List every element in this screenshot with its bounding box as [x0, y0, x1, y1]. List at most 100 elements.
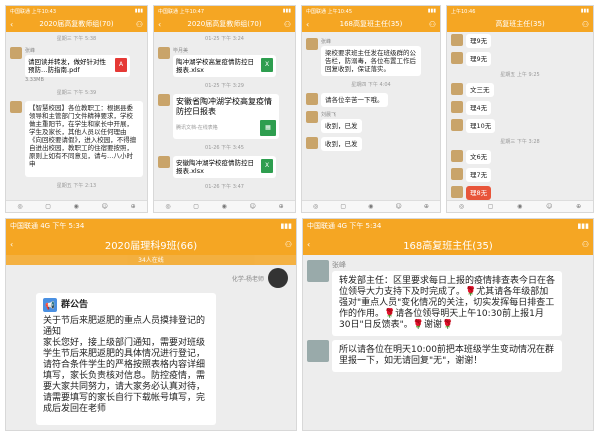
status-bar: 中国联通 4G 下午 5:34 ▮▮▮ [6, 219, 296, 233]
pdf-icon: A [115, 58, 127, 72]
input-toolbar: ◎ ▢ ◉ ☺ ⊕ [302, 200, 440, 212]
chat-header: ‹ 2020届高复教师组(70) ⚇ [154, 16, 295, 32]
avatar[interactable] [10, 47, 22, 59]
mic-icon[interactable]: ◎ [17, 203, 22, 210]
message-bubble[interactable]: 收到，已发 [321, 137, 362, 151]
back-arrow-icon[interactable]: ‹ [307, 240, 310, 249]
message-row: 张峰 请回读并转发，做好针对性预防…防指南.pdf A 3.33MB [6, 45, 147, 86]
emoji-icon[interactable]: ☺ [546, 203, 552, 210]
sender-name: 张峰 [25, 48, 36, 54]
message-bubble[interactable]: 理8无 [466, 186, 492, 200]
avatar[interactable] [307, 260, 329, 282]
camera-icon[interactable]: ◉ [74, 203, 79, 210]
avatar[interactable] [451, 83, 463, 95]
back-arrow-icon[interactable]: ‹ [158, 20, 161, 29]
avatar[interactable] [306, 38, 318, 50]
timestamp: 星期三 下午 3:28 [500, 139, 540, 145]
reply-hint: 化学-杨老师 [231, 275, 264, 283]
camera-icon[interactable]: ◉ [368, 203, 373, 210]
avatar[interactable] [307, 340, 329, 362]
message-bubble[interactable]: 理9无 [466, 52, 492, 66]
file-message[interactable]: 请回读并转发，做好针对性预防…防指南.pdf A [25, 55, 130, 77]
image-icon[interactable]: ▢ [340, 203, 346, 210]
back-arrow-icon[interactable]: ‹ [10, 240, 13, 249]
message-bubble[interactable]: 理4无 [466, 101, 492, 115]
message-bubble[interactable]: 转发部主任：区里要求每日上报的疫情排查表今日在各位领导大力支持下及时完成了。🌹尤… [332, 271, 562, 336]
plus-icon[interactable]: ⊕ [279, 203, 284, 210]
message-bubble[interactable]: 请各位辛苦一下哦。 [321, 93, 388, 107]
message-bubble[interactable]: 文6无 [466, 150, 492, 164]
announcement-title: 群公告 [61, 299, 89, 310]
excel-icon: X [261, 159, 273, 173]
announcement-card[interactable]: 📢 群公告 关于节后来肥返肥的重点人员摸排登记的通知 家长您好，接上级部门通知，… [36, 293, 216, 425]
avatar[interactable] [451, 150, 463, 162]
doc-link-message[interactable]: 安徽省陶冲湖学校高复疫情防控日报表 腾讯文档-在线表格 ▦ [173, 94, 279, 139]
message-bubble[interactable]: 理7无 [466, 168, 492, 182]
doc-source: 腾讯文档-在线表格 [176, 125, 218, 131]
file-name: 安徽陶冲湖学校疫情防控日报表.xlsx [176, 159, 254, 175]
back-arrow-icon[interactable]: ‹ [10, 20, 13, 29]
phone-panel-3: 中国联通 上午10:45 ▮▮▮ ‹ 168高复班主任(35) ⚇ 张峰 梁校要求… [301, 5, 441, 213]
online-count: 34人在线 [6, 255, 296, 265]
camera-icon[interactable]: ◉ [517, 203, 522, 210]
avatar[interactable] [451, 101, 463, 113]
person-icon[interactable]: ⚇ [582, 240, 589, 249]
message-bubble[interactable]: 所以请各位在明天10:00前把本班级学生变动情况在群里报一下，如无请回复"无"，… [332, 340, 562, 372]
plus-icon[interactable]: ⊕ [131, 203, 136, 210]
mic-icon[interactable]: ◎ [459, 203, 464, 210]
file-message[interactable]: 陶冲湖学校高复疫情防控日报表.xlsx X [173, 55, 276, 77]
status-bar: 中国联通 上午10:45 ▮▮▮ [302, 6, 440, 16]
plus-icon[interactable]: ⊕ [424, 203, 429, 210]
person-icon[interactable]: ⚇ [285, 240, 292, 249]
timestamp: 星期四 下午 4:04 [351, 82, 391, 88]
avatar[interactable] [306, 111, 318, 123]
person-icon[interactable]: ⚇ [429, 20, 436, 29]
avatar[interactable] [10, 101, 22, 113]
camera-icon[interactable]: ◉ [222, 203, 227, 210]
timestamp: 星期三 下午 5:38 [56, 36, 97, 42]
emoji-icon[interactable]: ☺ [250, 203, 256, 210]
message-row: 【智慧校园】各位教职工：根据县委领导和主管部门文件精神要求，学校做主重阳节，在学… [6, 99, 147, 179]
chat-title: 168高复班主任(35) [403, 240, 493, 252]
avatar[interactable] [451, 168, 463, 180]
message-bubble[interactable]: 梁校要求班主任发在班级群的公告栏，防溺毒，各位布置工作后回复收到，保证落实。 [321, 46, 421, 76]
avatar[interactable] [158, 47, 170, 59]
mic-icon[interactable]: ◎ [165, 203, 170, 210]
image-icon[interactable]: ▢ [45, 203, 51, 210]
message-bubble[interactable]: 文三无 [466, 83, 494, 97]
status-bar: 上午10:46 ▮▮▮ [447, 6, 593, 16]
back-arrow-icon[interactable]: ‹ [306, 20, 309, 29]
message-row: 请各位辛苦一下哦。 [302, 91, 440, 109]
avatar[interactable] [306, 137, 318, 149]
avatar[interactable] [451, 119, 463, 131]
image-icon[interactable]: ▢ [193, 203, 199, 210]
plus-icon[interactable]: ⊕ [576, 203, 581, 210]
avatar[interactable] [451, 34, 463, 46]
message-bubble[interactable]: 理10无 [466, 119, 496, 133]
mic-icon[interactable]: ◎ [313, 203, 318, 210]
avatar[interactable] [158, 94, 170, 106]
avatar[interactable] [158, 156, 170, 168]
image-icon[interactable]: ▢ [488, 203, 494, 210]
doc-title: 安徽省陶冲湖学校高复疫情防控日报表 [176, 97, 272, 116]
person-icon[interactable]: ⚇ [284, 20, 291, 29]
avatar[interactable] [268, 268, 288, 288]
emoji-icon[interactable]: ☺ [396, 203, 402, 210]
phone-panel-1: 中国联通 上午10:43 ▮▮▮ ‹ 2020届高复教师组(70) ⚇ 星期三 下… [5, 5, 148, 213]
avatar[interactable] [451, 52, 463, 64]
avatar[interactable] [306, 93, 318, 105]
person-icon[interactable]: ⚇ [136, 20, 143, 29]
phone-panel-5: 中国联通 4G 下午 5:34 ▮▮▮ ‹ 2020届理科9班(66) ⚇ 34人… [5, 218, 297, 431]
message-row: 收到，已发 [302, 135, 440, 153]
message-bubble[interactable]: 理9无 [466, 34, 492, 48]
emoji-icon[interactable]: ☺ [102, 203, 108, 210]
message-row: 毕月美 陶冲湖学校高复疫情防控日报表.xlsx X [154, 45, 295, 79]
avatar[interactable] [451, 186, 463, 198]
message-bubble[interactable]: 【智慧校园】各位教职工：根据县委领导和主管部门文件精神要求，学校做主重阳节，在学… [25, 101, 143, 177]
excel-icon: X [261, 58, 273, 72]
chat-title: 2020届理科9班(66) [104, 240, 198, 252]
message-bubble[interactable]: 收到，已发 [321, 119, 362, 133]
input-toolbar: ◎ ▢ ◉ ☺ ⊕ [447, 200, 593, 212]
person-icon[interactable]: ⚇ [582, 20, 589, 29]
file-message[interactable]: 安徽陶冲湖学校疫情防控日报表.xlsx X [173, 156, 276, 178]
